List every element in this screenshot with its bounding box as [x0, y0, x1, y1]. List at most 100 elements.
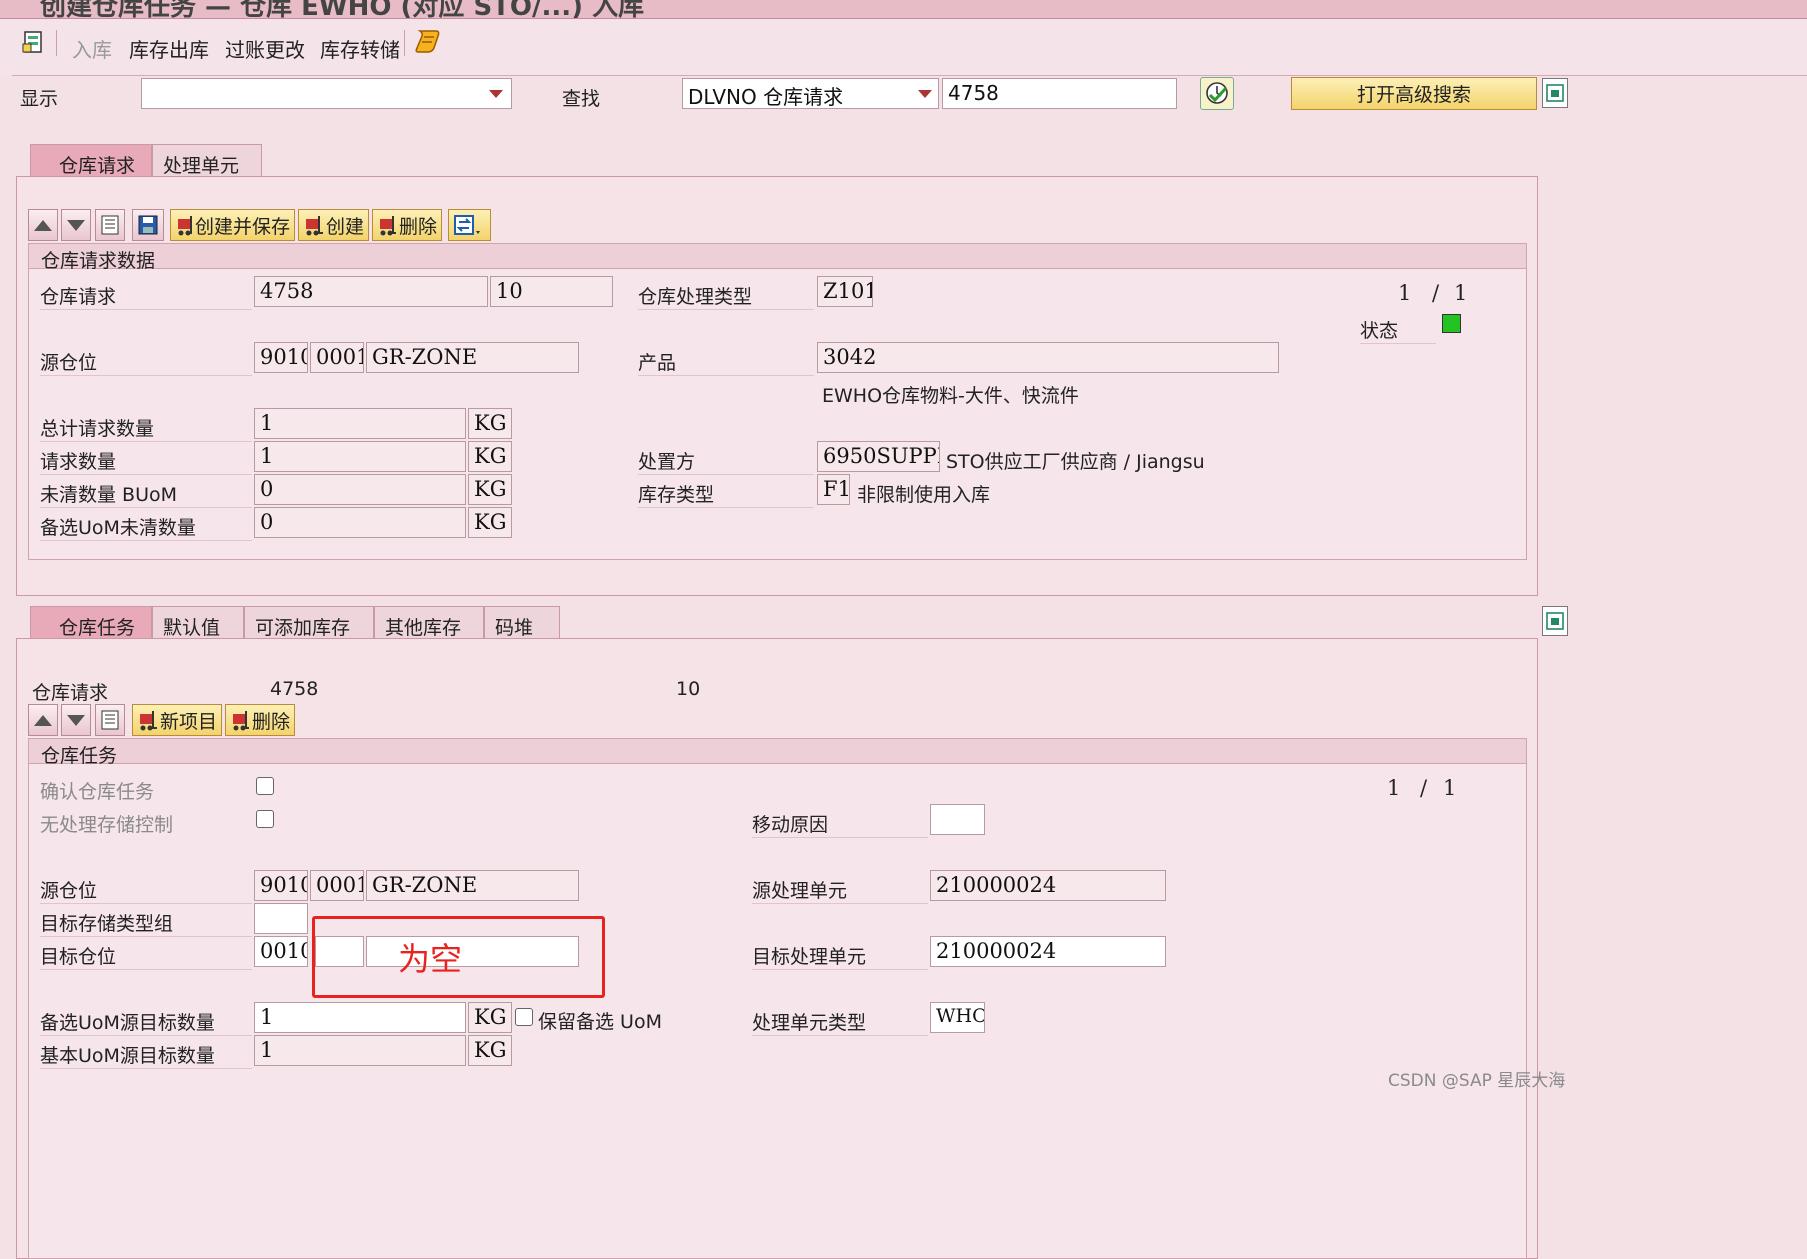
alt-open-qty-label: 备选UoM未清数量 — [40, 513, 252, 541]
empty-annotation: 为空 — [398, 940, 463, 978]
save-button[interactable] — [132, 209, 164, 241]
transfer-icon — [454, 215, 480, 235]
total-qty-label: 总计请求数量 — [40, 414, 252, 442]
confirm-task-label: 确认仓库任务 — [40, 781, 155, 803]
keep-alt-uom-checkbox[interactable] — [515, 1008, 533, 1026]
status-label: 状态 — [1360, 316, 1436, 344]
tab-available-stock[interactable]: 可添加库存 — [244, 606, 374, 640]
chevron-down-icon — [918, 90, 932, 98]
tab-other-stock[interactable]: 其他库存 — [374, 606, 484, 640]
tab-warehouse-task[interactable]: 仓库任务 — [30, 606, 152, 640]
open-qty-uom[interactable]: KG — [468, 474, 512, 505]
new-item-button[interactable]: 新项目 — [132, 704, 222, 736]
task-request-item: 10 — [676, 678, 701, 700]
task-source-warehouse-field[interactable]: 9010 — [254, 870, 308, 901]
menu-stock-outbound[interactable]: 库存出库 — [129, 34, 209, 63]
task-pager-total: 1 — [1443, 776, 1457, 800]
request-data-title: 仓库请求数据 — [29, 244, 1526, 272]
more-actions-button[interactable] — [448, 209, 491, 241]
product-field[interactable]: 3042 — [817, 342, 1279, 373]
process-type-field[interactable]: Z101 — [817, 276, 873, 307]
move-down-button[interactable] — [61, 209, 91, 241]
base-qty-uom[interactable]: KG — [468, 1035, 512, 1066]
save-icon — [138, 215, 158, 235]
detail-button[interactable] — [95, 209, 125, 241]
hu-type-field[interactable]: WHO2 — [930, 1002, 985, 1033]
layout-icon[interactable] — [1542, 78, 1568, 108]
pager-total: 1 — [1454, 281, 1468, 305]
forklift-icon — [140, 711, 157, 731]
party-description: STO供应工厂供应商 / Jiangsu — [946, 451, 1205, 473]
task-source-bin-label: 源仓位 — [40, 876, 252, 904]
keep-alt-uom-label: 保留备选 UoM — [538, 1011, 662, 1033]
dest-group-field[interactable] — [254, 903, 308, 934]
layout-icon[interactable] — [1542, 606, 1568, 636]
delete-button[interactable]: 删除 — [372, 209, 442, 241]
list-icon — [101, 710, 119, 730]
menu-posting-change[interactable]: 过账更改 — [225, 34, 305, 63]
no-hu-control-checkbox[interactable] — [256, 810, 274, 828]
chevron-down-icon — [489, 90, 503, 98]
open-qty-field[interactable]: 0 — [254, 474, 466, 505]
warehouse-request-field[interactable]: 4758 — [254, 276, 488, 307]
move-up-button[interactable] — [28, 209, 58, 241]
source-warehouse-field[interactable]: 9010 — [254, 342, 308, 373]
req-qty-label: 请求数量 — [40, 447, 252, 475]
task-source-bin-field[interactable]: GR-ZONE — [366, 870, 579, 901]
dest-hu-field[interactable]: 210000024 — [930, 936, 1166, 967]
product-description: EWHO仓库物料-大件、快流件 — [822, 385, 1079, 407]
title-bar: 创建仓库任务 — 仓库 EWHO (对应 STO/...) 入库 — [0, 0, 1807, 19]
scroll-icon[interactable] — [414, 28, 442, 54]
alt-open-qty-field[interactable]: 0 — [254, 507, 466, 538]
source-bin-field[interactable]: GR-ZONE — [366, 342, 579, 373]
alt-qty-field[interactable]: 1 — [254, 1002, 466, 1033]
status-indicator — [1442, 314, 1461, 333]
pager-sep: / — [1432, 281, 1440, 305]
total-qty-field[interactable]: 1 — [254, 408, 466, 439]
display-select[interactable] — [141, 78, 512, 109]
menu-stock-transfer[interactable]: 库存转储 — [320, 34, 400, 63]
move-reason-label: 移动原因 — [752, 810, 928, 838]
toolbar-divider — [12, 75, 1807, 76]
warehouse-request-label: 仓库请求 — [40, 282, 252, 310]
source-storage-type-field[interactable]: 0001 — [310, 342, 364, 373]
task-detail-button[interactable] — [95, 704, 125, 736]
total-qty-uom[interactable]: KG — [468, 408, 512, 439]
worklist-icon[interactable] — [22, 30, 46, 54]
task-pager-current: 1 — [1387, 776, 1401, 800]
alt-open-qty-uom[interactable]: KG — [468, 507, 512, 538]
create-button[interactable]: 创建 — [298, 209, 369, 241]
alt-qty-uom[interactable]: KG — [468, 1002, 512, 1033]
tab-warehouse-request[interactable]: 仓库请求 — [30, 144, 152, 178]
party-field[interactable]: 6950SUPPLY — [817, 441, 940, 472]
menu-inbound[interactable]: 入库 — [72, 34, 112, 63]
find-value-input[interactable]: 4758 — [942, 78, 1177, 109]
dest-warehouse-field[interactable]: 0010 — [254, 936, 308, 967]
toolbar-separator — [404, 30, 405, 56]
process-type-label: 仓库处理类型 — [638, 282, 814, 310]
move-reason-field[interactable] — [930, 804, 985, 835]
base-qty-field[interactable]: 1 — [254, 1035, 466, 1066]
list-icon — [101, 215, 119, 235]
source-hu-field[interactable]: 210000024 — [930, 870, 1166, 901]
req-qty-uom[interactable]: KG — [468, 441, 512, 472]
task-delete-button[interactable]: 删除 — [225, 704, 295, 736]
request-item-field[interactable]: 10 — [490, 276, 613, 307]
execute-find-button[interactable] — [1200, 77, 1234, 110]
task-move-up-button[interactable] — [28, 704, 58, 736]
create-save-button[interactable]: 创建并保存 — [170, 209, 295, 241]
task-move-down-button[interactable] — [61, 704, 91, 736]
find-type-select[interactable]: DLVNO 仓库请求 — [682, 78, 939, 109]
confirm-task-checkbox[interactable] — [256, 777, 274, 795]
forklift-icon — [178, 216, 192, 236]
tab-default-values[interactable]: 默认值 — [152, 606, 244, 640]
task-source-storage-type-field[interactable]: 0001 — [310, 870, 364, 901]
stock-type-field[interactable]: F1 — [817, 474, 850, 505]
arrow-down-icon — [67, 714, 85, 726]
dest-group-label: 目标存储类型组 — [40, 909, 252, 937]
tab-handling-unit[interactable]: 处理单元 — [152, 144, 262, 178]
req-qty-field[interactable]: 1 — [254, 441, 466, 472]
advanced-search-button[interactable]: 打开高级搜索 — [1291, 77, 1537, 110]
tab-stacking[interactable]: 码堆 — [484, 606, 560, 640]
stock-type-label: 库存类型 — [638, 480, 814, 508]
